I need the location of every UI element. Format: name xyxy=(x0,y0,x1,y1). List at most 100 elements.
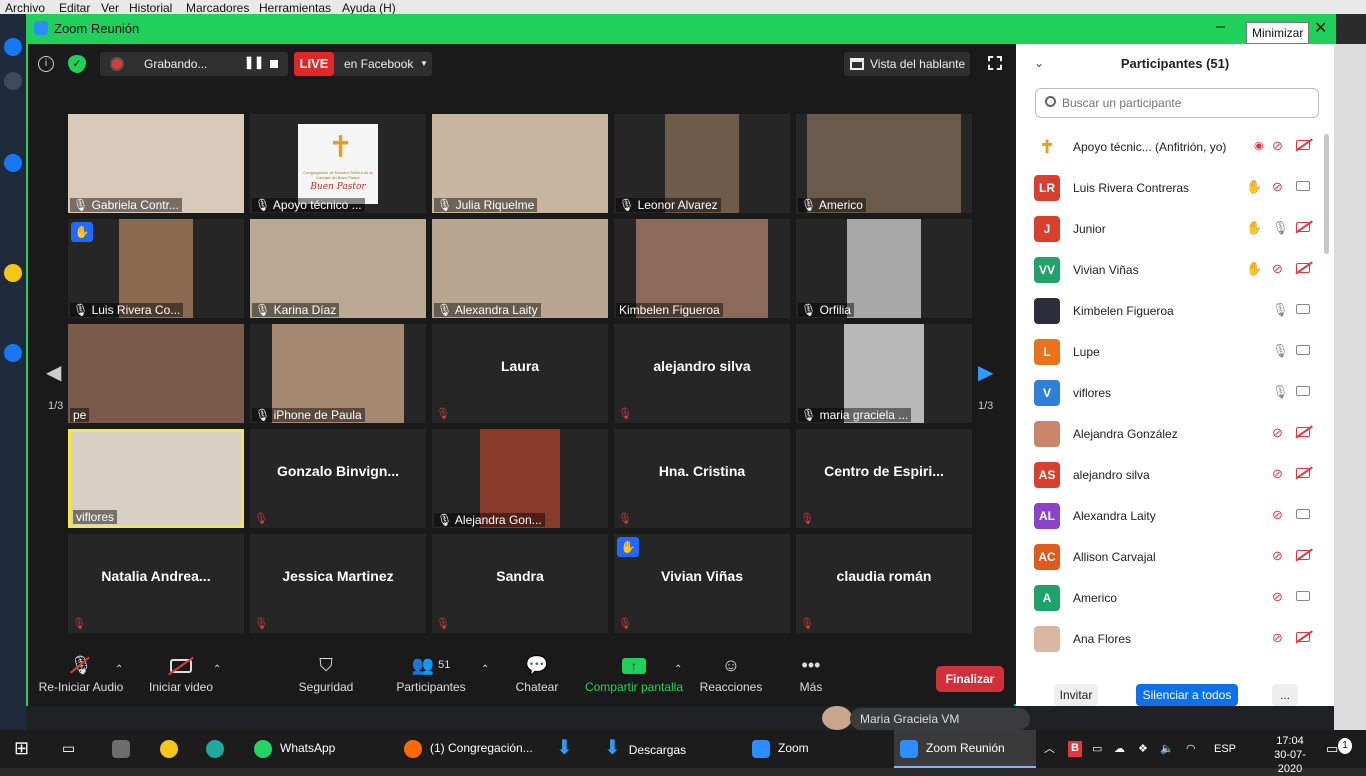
battery-icon[interactable]: ▭ xyxy=(1092,730,1102,768)
tray-chevron-icon[interactable]: ︿ xyxy=(1044,730,1055,768)
share-options-caret-icon[interactable]: ⌃ xyxy=(674,664,682,675)
participant-tile[interactable]: Jessica Martinez 🎙 xyxy=(250,534,426,633)
more-button[interactable]: ••• Más xyxy=(794,652,828,694)
taskbar-whatsapp[interactable]: WhatsApp xyxy=(254,730,335,768)
taskbar-zoom[interactable]: Zoom xyxy=(752,730,809,768)
camera-off-icon[interactable] xyxy=(1295,466,1313,481)
participant-list-item[interactable]: AL Alexandra Laity ⊘ xyxy=(1016,495,1326,536)
participant-list-item[interactable]: VV Vivian Viñas ✋ ⊘ xyxy=(1016,249,1326,290)
participant-tile[interactable]: 🎙 Alejandra Gon... xyxy=(432,429,608,528)
stop-recording-icon[interactable] xyxy=(270,60,278,68)
lightbulb-icon[interactable] xyxy=(160,730,186,768)
taskbar-descargas[interactable]: ⬇ Descargas xyxy=(604,730,686,768)
mic-muted-icon[interactable]: ⊘ xyxy=(1272,508,1283,522)
participant-list-item[interactable]: ✝ Apoyo técnic... (Anfitrión, yo) ◉ ⊘ xyxy=(1016,126,1326,167)
participant-tile[interactable]: ✝ Congregación de Nuestra Señora de la Ca… xyxy=(250,114,426,213)
participant-tile[interactable]: Hna. Cristina 🎙 xyxy=(614,429,790,528)
mic-muted-icon[interactable]: ⊘ xyxy=(1272,467,1283,481)
dropbox-icon[interactable]: ❖ xyxy=(1138,730,1148,768)
video-options-caret-icon[interactable]: ⌃ xyxy=(213,664,221,675)
participant-tile[interactable]: claudia román 🎙 xyxy=(796,534,972,633)
video-button[interactable]: Iniciar video xyxy=(144,652,218,694)
reactions-button[interactable]: ☺ Reacciones xyxy=(698,652,764,694)
live-badge[interactable]: LIVE xyxy=(294,52,334,76)
participant-tile[interactable]: 🎙 Luis Rivera Co... ✋ xyxy=(68,219,244,318)
mic-muted-icon[interactable]: ⊘ xyxy=(1272,426,1283,440)
camera-off-icon[interactable] xyxy=(1295,138,1313,153)
participant-list-item[interactable]: Alejandra González ⊘ xyxy=(1016,413,1326,454)
wifi-icon[interactable]: ◠ xyxy=(1186,730,1196,768)
participant-list-item[interactable]: L Lupe 🎙 xyxy=(1016,331,1326,372)
participant-tile[interactable]: 🎙 maria graciela ... xyxy=(796,324,972,423)
participant-tile[interactable]: Vivian Viñas 🎙 ✋ xyxy=(614,534,790,633)
mute-all-button[interactable]: Silenciar a todos xyxy=(1136,684,1238,706)
next-page-arrow-icon[interactable]: ▶ xyxy=(978,360,993,385)
fullscreen-icon[interactable] xyxy=(988,56,1002,70)
menu-herramientas[interactable]: Herramientas xyxy=(259,1,331,15)
participant-tile[interactable]: Natalia Andrea... 🎙 xyxy=(68,534,244,633)
audio-options-caret-icon[interactable]: ⌃ xyxy=(115,664,123,675)
volume-icon[interactable]: 🔈 xyxy=(1160,730,1174,768)
participant-tile[interactable]: Sandra 🎙 xyxy=(432,534,608,633)
language-indicator[interactable]: ESP xyxy=(1214,730,1236,768)
participant-list-item[interactable]: Ana Flores ⊘ xyxy=(1016,618,1326,659)
menu-archivo[interactable]: Archivo xyxy=(5,1,45,15)
participant-tile[interactable]: 🎙 iPhone de Paula xyxy=(250,324,426,423)
mic-icon[interactable]: 🎙 xyxy=(1272,221,1289,235)
mic-muted-icon[interactable]: ⊘ xyxy=(1272,139,1283,153)
taskbar-firefox[interactable]: (1) Congregación... xyxy=(404,730,533,768)
calculator-icon[interactable] xyxy=(112,730,138,768)
mic-muted-icon[interactable]: ⊘ xyxy=(1272,262,1283,276)
participant-list-item[interactable]: LR Luis Rivera Contreras ✋ ⊘ xyxy=(1016,167,1326,208)
invite-button[interactable]: Invitar xyxy=(1054,684,1098,706)
menu-marcadores[interactable]: Marcadores xyxy=(186,1,249,15)
camera-off-icon[interactable] xyxy=(1295,220,1313,235)
participant-tile[interactable]: Centro de Espiri... 🎙 xyxy=(796,429,972,528)
camera-icon[interactable] xyxy=(1296,508,1310,522)
mic-muted-icon[interactable]: ⊘ xyxy=(1272,180,1283,194)
camera-icon[interactable] xyxy=(1296,180,1310,194)
mic-icon[interactable]: 🎙 xyxy=(1272,385,1289,399)
menu-ayuda[interactable]: Ayuda (H) xyxy=(342,1,396,15)
participant-tile[interactable]: Kimbelen Figueroa xyxy=(614,219,790,318)
participant-tile[interactable]: 🎙 Julia Riquelme xyxy=(432,114,608,213)
prev-page-arrow-icon[interactable]: ◀ xyxy=(46,360,61,385)
security-button[interactable]: ⛉ Seguridad xyxy=(296,652,356,694)
participant-list-item[interactable]: Kimbelen Figueroa 🎙 xyxy=(1016,290,1326,331)
more-options-button[interactable]: ... xyxy=(1272,684,1298,706)
share-screen-button[interactable]: ↑ Compartir pantalla xyxy=(584,652,684,694)
clock[interactable]: 17:04 30-07-2020 xyxy=(1262,734,1318,775)
cloud-icon[interactable]: ☁ xyxy=(1114,730,1125,768)
mic-muted-icon[interactable]: ⊘ xyxy=(1272,590,1283,604)
chat-button[interactable]: 💬 Chatear xyxy=(514,652,560,694)
audio-button[interactable]: 🎙 Re-Iniciar Audio xyxy=(36,652,126,694)
mic-muted-icon[interactable]: ⊘ xyxy=(1272,631,1283,645)
participant-list-item[interactable]: A Americo ⊘ xyxy=(1016,577,1326,618)
live-destination-dropdown[interactable]: en Facebook ▼ xyxy=(334,52,432,76)
participant-tile[interactable]: 🎙 Karina Díaz xyxy=(250,219,426,318)
info-icon[interactable]: i xyxy=(38,56,54,72)
participant-tile[interactable]: 🎙 Americo xyxy=(796,114,972,213)
mic-icon[interactable]: 🎙 xyxy=(1272,303,1289,317)
camera-icon[interactable] xyxy=(1296,344,1310,358)
shield-icon[interactable]: ✓ xyxy=(68,55,86,73)
download-arrow-icon[interactable]: ⬇ xyxy=(556,730,573,768)
participant-tile[interactable]: alejandro silva 🎙 xyxy=(614,324,790,423)
pause-recording-icon[interactable]: ❚❚ xyxy=(244,55,264,69)
mic-icon[interactable]: 🎙 xyxy=(1272,344,1289,358)
menu-ver[interactable]: Ver xyxy=(101,1,119,15)
participant-tile[interactable]: pe xyxy=(68,324,244,423)
participant-list-item[interactable]: Vviflores 🎙 xyxy=(1016,372,1326,413)
tray-app-icon[interactable]: B xyxy=(1068,741,1082,757)
speaker-view-button[interactable]: Vista del hablante xyxy=(844,52,970,76)
mic-muted-icon[interactable]: ⊘ xyxy=(1272,549,1283,563)
edge-icon[interactable] xyxy=(206,730,232,768)
menu-historial[interactable]: Historial xyxy=(129,1,172,15)
close-icon[interactable]: ✕ xyxy=(1314,18,1327,38)
end-meeting-button[interactable]: Finalizar xyxy=(936,666,1004,692)
participant-tile[interactable]: 🎙 Alexandra Laity xyxy=(432,219,608,318)
notifications-icon[interactable]: ▭ xyxy=(1326,730,1338,768)
participant-tile[interactable]: Gonzalo Binvign... 🎙 xyxy=(250,429,426,528)
taskbar-zoom-meeting[interactable]: Zoom Reunión xyxy=(894,730,1036,768)
minimize-icon[interactable]: – xyxy=(1216,18,1225,36)
